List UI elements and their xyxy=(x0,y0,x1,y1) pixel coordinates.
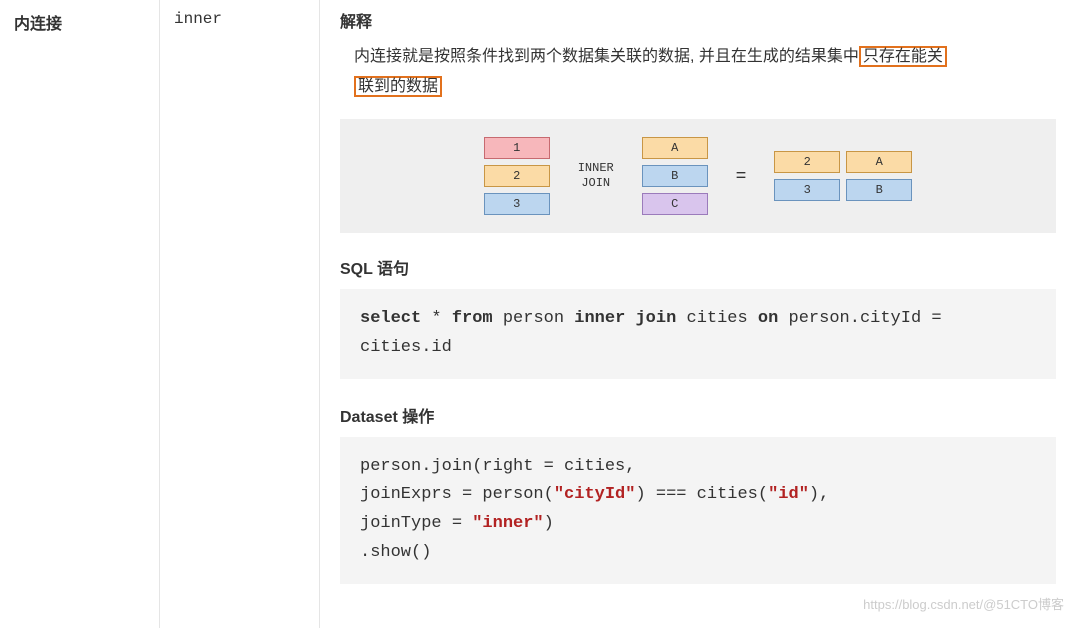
sql-token: on xyxy=(758,309,778,328)
sql-token: from xyxy=(452,309,493,328)
sql-token: person xyxy=(493,309,575,328)
explain-heading: 解释 xyxy=(340,8,1056,32)
ds-l4: .show() xyxy=(360,543,431,562)
ds-l3b: ) xyxy=(544,514,554,533)
equals-sign: = xyxy=(736,165,747,186)
ds-l3s: "inner" xyxy=(472,514,543,533)
explain-pre: 内连接就是按照条件找到两个数据集关联的数据, 并且在生成的结果集中 xyxy=(354,48,859,65)
diagram-cell: A xyxy=(846,151,912,173)
sql-heading: SQL 语句 xyxy=(340,255,1056,279)
diagram-cell: 1 xyxy=(484,137,550,159)
op-label: INNERJOIN xyxy=(578,161,614,190)
explain-text: 内连接就是按照条件找到两个数据集关联的数据, 并且在生成的结果集中只存在能关 联… xyxy=(340,42,1056,103)
mid-keyword: inner xyxy=(174,10,305,28)
diagram-cell: C xyxy=(642,193,708,215)
diagram-cell: B xyxy=(642,165,708,187)
ds-l3a: joinType = xyxy=(360,514,472,533)
sql-token: inner join xyxy=(574,309,676,328)
highlight-1: 只存在能关 xyxy=(859,46,947,67)
diagram-cell: 3 xyxy=(484,193,550,215)
sql-token: select xyxy=(360,309,421,328)
sql-token: * xyxy=(421,309,452,328)
dataset-code: person.join(right = cities, joinExprs = … xyxy=(340,437,1056,585)
ds-l2a: joinExprs = person( xyxy=(360,485,554,504)
ds-l1: person.join(right = cities, xyxy=(360,457,635,476)
sql-code: select * from person inner join cities o… xyxy=(340,289,1056,379)
diagram-cell: 3 xyxy=(774,179,840,201)
ds-l2s1: "cityId" xyxy=(554,485,636,504)
highlight-2: 联到的数据 xyxy=(354,76,442,97)
dataset-heading: Dataset 操作 xyxy=(340,403,1056,427)
ds-l2s2: "id" xyxy=(768,485,809,504)
ds-l2c: ), xyxy=(809,485,829,504)
diagram-cell: 2 xyxy=(774,151,840,173)
ds-l2b: ) === cities( xyxy=(635,485,768,504)
left-title: 内连接 xyxy=(14,10,145,34)
diagram-cell: 2 xyxy=(484,165,550,187)
diagram-cell: A xyxy=(642,137,708,159)
diagram-cell: B xyxy=(846,179,912,201)
sql-token: cities xyxy=(676,309,758,328)
join-diagram: 123 INNERJOIN ABC = 2A3B xyxy=(340,119,1056,233)
